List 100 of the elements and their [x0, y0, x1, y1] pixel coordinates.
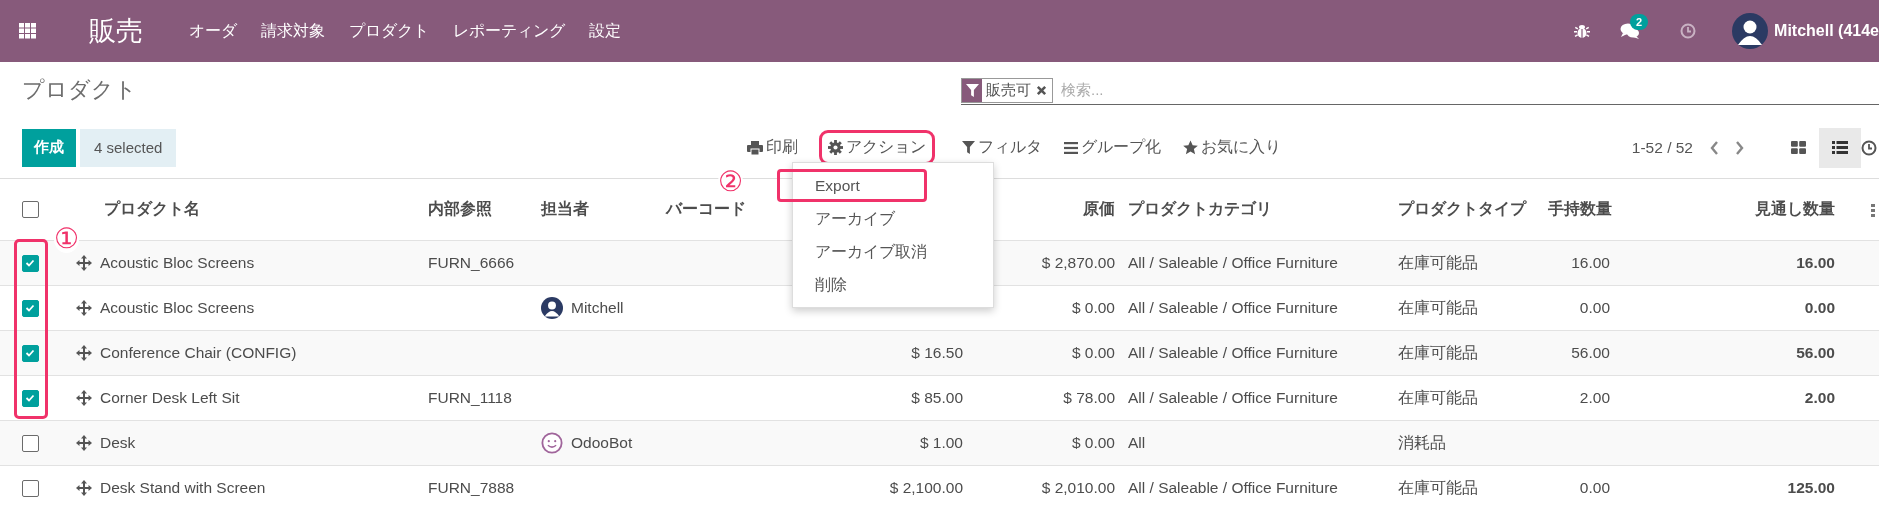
menu-item[interactable]: 削除: [793, 268, 993, 301]
menu-item[interactable]: 設定: [589, 20, 621, 42]
filter-button[interactable]: フィルタ: [962, 137, 1042, 158]
menu-item[interactable]: オーダ: [189, 20, 237, 42]
apps-menu-icon[interactable]: [19, 23, 37, 39]
table-cell-text: 在庫可能品: [1397, 297, 1479, 318]
list-lines-icon: [1064, 141, 1078, 154]
menu-item[interactable]: プロダクト: [349, 20, 429, 42]
checkbox[interactable]: [21, 389, 39, 407]
check-icon: [25, 348, 35, 358]
table-cell: OdooBot: [571, 434, 633, 452]
check-icon: [25, 303, 35, 313]
table-cell: Corner Desk Left Sit: [100, 389, 240, 407]
column-header[interactable]: プロダクト名: [60, 199, 420, 220]
drag-handle-icon[interactable]: [76, 480, 92, 496]
drag-handle-icon[interactable]: [76, 300, 92, 316]
print-button[interactable]: 印刷: [747, 137, 798, 158]
print-icon: [747, 140, 763, 155]
menu-item[interactable]: アーカイブ取消: [793, 235, 993, 268]
table-cell-text: $ 2,870.00: [1040, 254, 1116, 272]
activity-icon[interactable]: [1680, 23, 1697, 39]
drag-handle-icon[interactable]: [76, 390, 92, 406]
table-cell-text: 2.00: [1803, 389, 1836, 407]
star-icon: [1183, 140, 1198, 155]
checkbox[interactable]: [21, 201, 39, 218]
table-cell-text: 0.00: [1578, 299, 1611, 317]
app-name[interactable]: 販売: [89, 13, 143, 49]
table-cell-text: FURN_6666: [427, 254, 516, 272]
column-header[interactable]: 手持数量: [1540, 199, 1620, 220]
column-header[interactable]: プロダクトタイプ: [1390, 199, 1540, 220]
kanban-view-icon[interactable]: [1790, 141, 1806, 154]
search-field[interactable]: 販売可 検索...: [961, 77, 1879, 105]
table-cell-text: All: [1127, 434, 1147, 452]
table-cell-text: All / Saleable / Office Furniture: [1127, 299, 1339, 317]
user-avatar-icon[interactable]: [541, 297, 563, 319]
table-cell: Desk: [100, 434, 136, 452]
pager-range: 1-52 / 52: [1631, 138, 1693, 157]
user-name[interactable]: Mitchell (414e: [1774, 22, 1879, 40]
list-view-icon[interactable]: [1832, 141, 1848, 154]
funnel-icon: [965, 84, 979, 97]
table-cell-text: FURN_7888: [427, 479, 516, 497]
table-cell-text: 消耗品: [1397, 432, 1447, 453]
menu-item[interactable]: レポーティング: [453, 20, 565, 42]
drag-handle-icon[interactable]: [76, 435, 92, 451]
table-cell-text: $ 1.00: [918, 434, 964, 452]
table-cell-text: FURN_1118: [427, 389, 513, 407]
checkbox[interactable]: [21, 254, 39, 272]
table-cell-text: 0.00: [1578, 479, 1611, 497]
table-cell-text: $ 0.00: [1070, 344, 1116, 362]
group-by-button[interactable]: グループ化: [1064, 137, 1161, 158]
menu-item[interactable]: 請求対象: [261, 20, 325, 42]
table-cell: Conference Chair (CONFIG): [100, 344, 297, 362]
drag-handle-icon[interactable]: [76, 345, 92, 361]
message-count-badge: 2: [1630, 14, 1649, 30]
previous-page-icon[interactable]: [1709, 139, 1719, 156]
checkbox[interactable]: [21, 434, 39, 452]
filter-tag[interactable]: 販売可: [961, 78, 1053, 103]
table-cell-text: All / Saleable / Office Furniture: [1127, 389, 1339, 407]
drag-handle-icon[interactable]: [76, 255, 92, 271]
table-cell-text: $ 0.00: [1070, 299, 1116, 317]
table-cell-text: 125.00: [1786, 479, 1836, 497]
column-header[interactable]: 内部参照: [420, 199, 533, 220]
table-cell-text: $ 78.00: [1062, 389, 1116, 407]
table-cell-text: 0.00: [1803, 299, 1836, 317]
table-cell-text: 16.00: [1570, 254, 1611, 272]
table-cell-text: $ 2,010.00: [1040, 479, 1116, 497]
table-cell: Acoustic Bloc Screens: [100, 299, 255, 317]
table-cell-text: 2.00: [1578, 389, 1611, 407]
table-cell: Desk Stand with Screen: [100, 479, 266, 497]
bug-icon[interactable]: [1574, 23, 1591, 39]
table-cell: Mitchell: [571, 299, 624, 317]
favorites-button[interactable]: お気に入り: [1183, 137, 1281, 158]
selection-count: 4 selected: [80, 128, 177, 167]
checkbox[interactable]: [21, 479, 39, 497]
remove-icon[interactable]: [1036, 85, 1047, 96]
gear-icon: [828, 140, 843, 155]
table-cell-text: $ 16.50: [910, 344, 964, 362]
column-header[interactable]: 担当者: [533, 199, 658, 220]
checkbox[interactable]: [21, 299, 39, 317]
checkbox[interactable]: [21, 344, 39, 362]
column-header[interactable]: プロダクトカテゴリ: [1120, 199, 1390, 220]
table-cell-text: All / Saleable / Office Furniture: [1127, 479, 1339, 497]
user-avatar-icon[interactable]: [1732, 13, 1769, 49]
activity-view-icon[interactable]: [1861, 139, 1877, 156]
check-icon: [25, 393, 35, 403]
menu-item[interactable]: アーカイブ: [793, 202, 993, 235]
check-icon: [25, 258, 35, 268]
menu-item[interactable]: Export: [777, 169, 927, 202]
table-cell-text: 在庫可能品: [1397, 342, 1479, 363]
next-page-icon[interactable]: [1735, 139, 1745, 156]
table-cell-text: 在庫可能品: [1397, 477, 1479, 498]
table-cell-text: 在庫可能品: [1397, 387, 1479, 408]
callout-number: ①: [54, 225, 79, 253]
page-title: プロダクト: [21, 76, 138, 104]
table-cell-text: $ 85.00: [910, 389, 964, 407]
table-cell-text: $ 2,100.00: [888, 479, 964, 497]
column-header[interactable]: 見通し数量: [1620, 199, 1845, 220]
action-button[interactable]: アクション: [824, 135, 930, 160]
table-cell-text: 16.00: [1795, 254, 1836, 272]
funnel-icon: [962, 141, 975, 154]
